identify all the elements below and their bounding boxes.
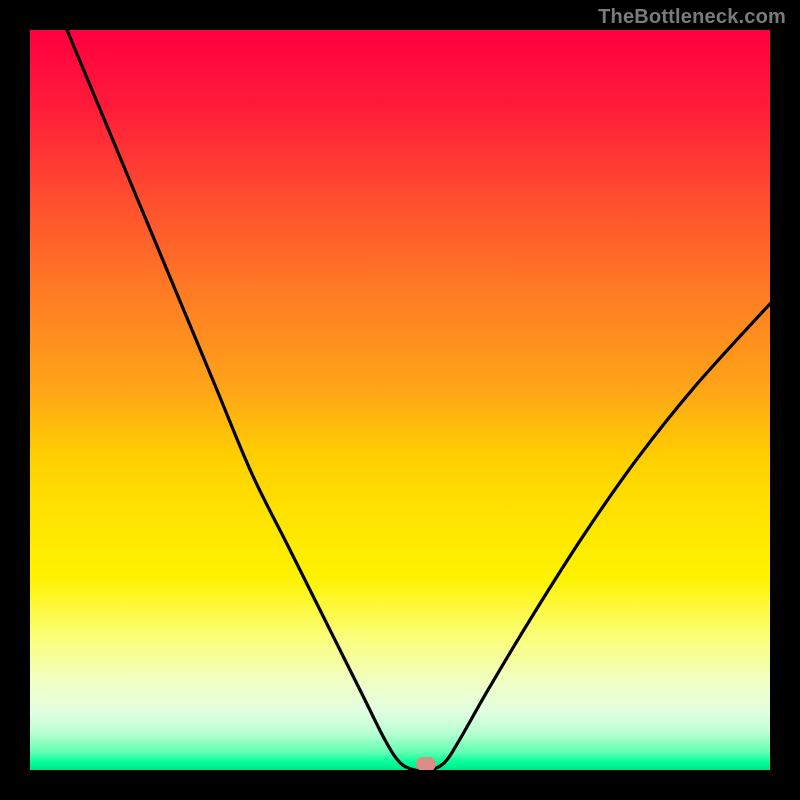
chart-frame: TheBottleneck.com: [0, 0, 800, 800]
optimal-point-marker: [416, 757, 436, 770]
bottleneck-curve: [30, 30, 770, 770]
watermark-text: TheBottleneck.com: [598, 6, 786, 29]
plot-area: [30, 30, 770, 770]
